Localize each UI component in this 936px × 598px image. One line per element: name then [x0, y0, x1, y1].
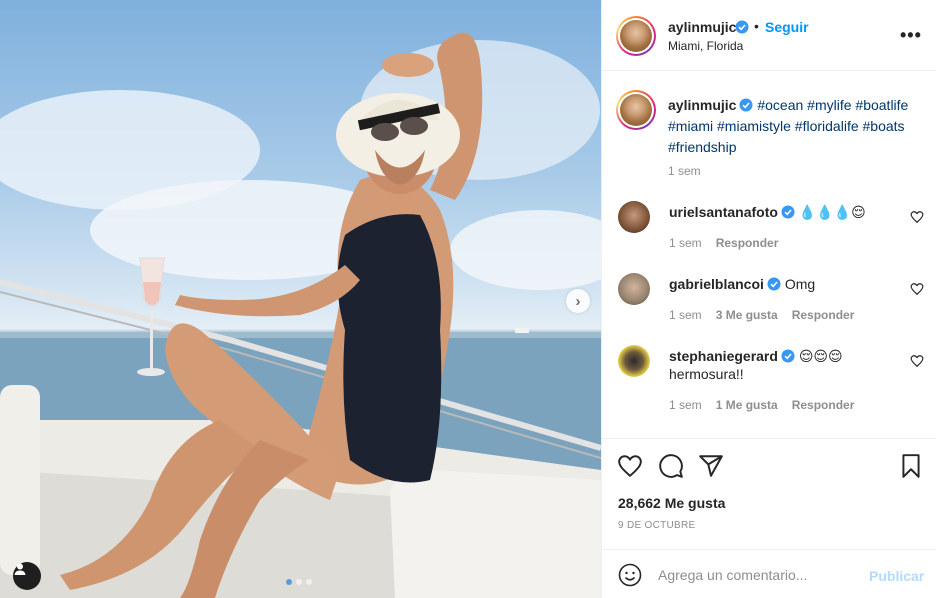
share-icon[interactable]	[698, 453, 724, 479]
reply-button[interactable]: Responder	[716, 236, 779, 250]
comment-body: stephaniegerard 😌😌😌 hermosura!!	[669, 347, 899, 383]
comment-timestamp: 1 sem	[669, 398, 702, 412]
heart-icon[interactable]	[617, 453, 643, 479]
verified-icon	[781, 349, 795, 363]
post-actions: 28,662 Me gusta 9 DE OCTUBRE	[602, 438, 936, 548]
follow-button[interactable]: Seguir	[765, 19, 809, 35]
comment-body: urielsantanafoto 💧💧💧😌	[669, 203, 899, 221]
carousel-dot	[306, 579, 312, 585]
verified-icon	[767, 277, 781, 291]
publish-button[interactable]: Publicar	[869, 568, 924, 584]
user-tag-button[interactable]	[13, 562, 41, 590]
comment-username[interactable]: urielsantanafoto	[669, 204, 778, 220]
caption-text: aylinmujic #ocean #mylife #boatlife #mia…	[668, 95, 924, 158]
post-date[interactable]: 9 DE OCTUBRE	[618, 520, 696, 531]
separator-dot: •	[754, 18, 759, 34]
carousel-dot-active	[286, 579, 292, 585]
more-icon[interactable]: •••	[900, 26, 922, 44]
post-photo[interactable]: ›	[0, 0, 601, 598]
commenter-avatar[interactable]	[618, 273, 650, 305]
caption-timestamp: 1 sem	[668, 164, 701, 178]
photo-illustration	[0, 32, 601, 598]
chevron-right-icon: ›	[575, 292, 581, 310]
post-location[interactable]: Miami, Florida	[668, 39, 743, 53]
verified-icon	[739, 98, 753, 112]
comment-text: Omg	[784, 276, 816, 292]
comment-like-heart-icon[interactable]	[910, 282, 924, 296]
comment-like-count[interactable]: 3 Me gusta	[716, 308, 778, 322]
comment-text-line2: hermosura!!	[669, 366, 744, 382]
comment-timestamp: 1 sem	[669, 308, 702, 322]
reply-button[interactable]: Responder	[792, 398, 855, 412]
comment-meta: 1 sem 1 Me gusta Responder	[669, 398, 854, 412]
comment-text: 😌😌😌	[798, 348, 843, 364]
comment-text: 💧💧💧😌	[798, 204, 866, 220]
user-tag-icon	[14, 563, 26, 575]
carousel-next-button[interactable]: ›	[566, 289, 590, 313]
comment-username[interactable]: gabrielblancoi	[669, 276, 764, 292]
comment-like-heart-icon[interactable]	[910, 210, 924, 224]
post-side-panel: aylinmujic • Seguir Miami, Florida ••• a…	[601, 0, 936, 598]
comment-body: gabrielblancoi Omg	[669, 275, 899, 293]
author-username[interactable]: aylinmujic	[668, 19, 736, 35]
comment-username[interactable]: stephaniegerard	[669, 348, 778, 364]
commenter-avatar[interactable]	[618, 201, 650, 233]
add-comment-bar: Publicar	[602, 549, 936, 598]
like-count[interactable]: 28,662 Me gusta	[618, 495, 725, 511]
post-header: aylinmujic • Seguir Miami, Florida •••	[602, 0, 936, 71]
comment-icon[interactable]	[658, 453, 684, 479]
comment-meta: 1 sem Responder	[669, 236, 778, 250]
comment-like-heart-icon[interactable]	[910, 354, 924, 368]
comment-timestamp: 1 sem	[669, 236, 702, 250]
comment-input[interactable]	[658, 565, 858, 585]
caption-username[interactable]: aylinmujic	[668, 97, 736, 113]
comment-meta: 1 sem 3 Me gusta Responder	[669, 308, 854, 322]
carousel-dot	[296, 579, 302, 585]
verified-icon	[781, 205, 795, 219]
verified-icon	[732, 19, 749, 37]
comment-like-count[interactable]: 1 Me gusta	[716, 398, 778, 412]
author-avatar[interactable]	[616, 16, 656, 56]
carousel-indicator	[286, 579, 312, 585]
reply-button[interactable]: Responder	[792, 308, 855, 322]
caption-author-avatar[interactable]	[616, 90, 656, 130]
commenter-avatar[interactable]	[618, 345, 650, 377]
bookmark-icon[interactable]	[898, 453, 924, 479]
emoji-icon[interactable]	[618, 563, 642, 587]
